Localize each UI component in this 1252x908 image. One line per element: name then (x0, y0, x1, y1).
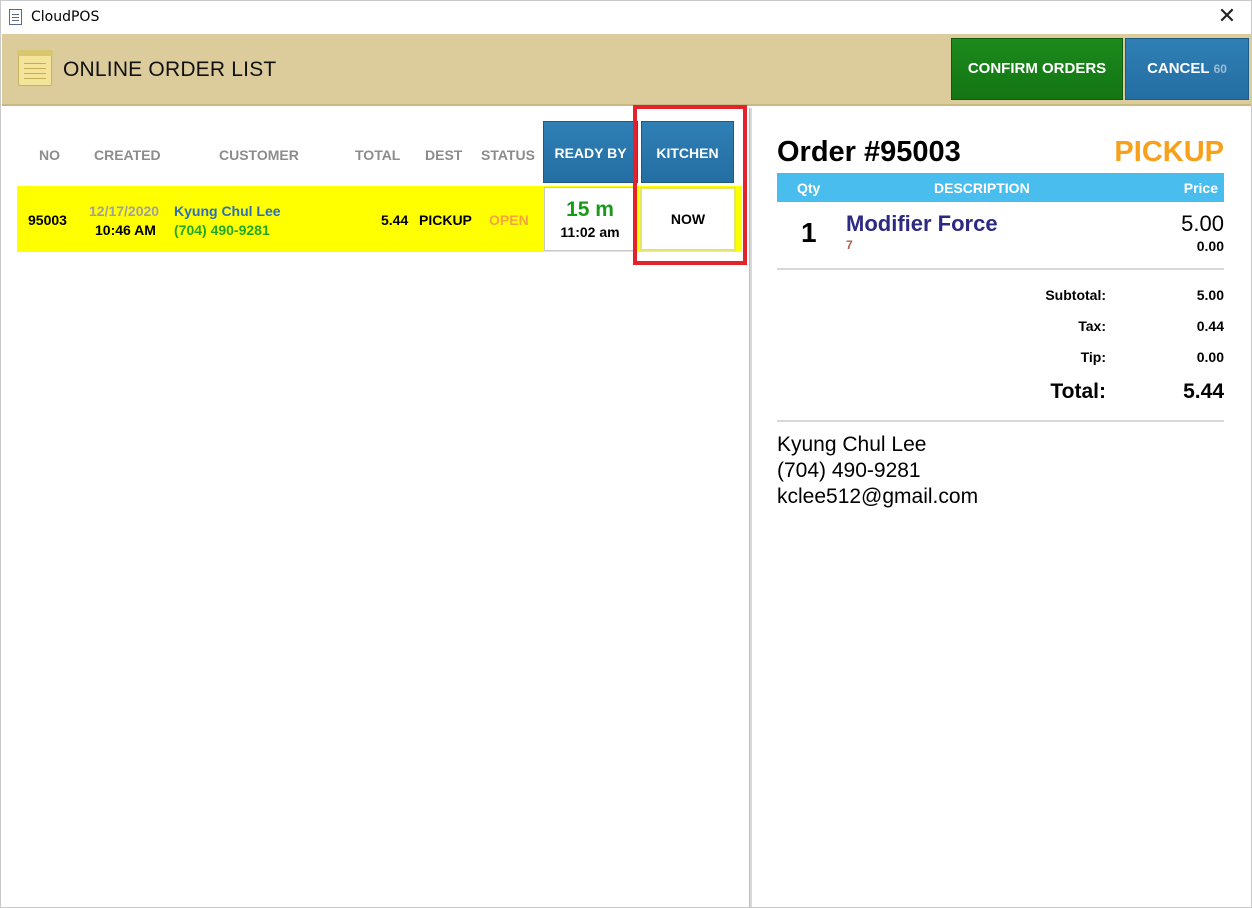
order-number: 95003 (28, 212, 67, 228)
notepad-icon (17, 50, 53, 86)
item-price: 5.00 (1181, 211, 1224, 236)
subtotal-label: Subtotal: (1045, 287, 1106, 303)
column-header-dest: DEST (425, 147, 463, 163)
item-modifier: 7 (846, 238, 853, 252)
total-label: Total: (1050, 380, 1106, 403)
page-title: ONLINE ORDER LIST (63, 58, 277, 81)
ready-at-time: 11:02 am (560, 224, 620, 240)
app-window: CloudPOS ✕ ONLINE ORDER LIST CONFIRM ORD… (0, 0, 1252, 908)
items-header-qty: Qty (797, 180, 821, 196)
items-header-description: DESCRIPTION (934, 180, 1030, 196)
title-bar: CloudPOS ✕ (1, 1, 1251, 34)
window-title: CloudPOS (31, 9, 100, 25)
created-time: 10:46 AM (95, 222, 156, 238)
customer-name-detail: Kyung Chul Lee (777, 433, 927, 456)
item-modifier-price: 0.00 (1196, 238, 1224, 254)
column-header-created: CREATED (94, 147, 161, 163)
customer-name: Kyung Chul Lee (174, 203, 281, 219)
order-dest: PICKUP (419, 212, 472, 228)
customer-phone: (704) 490-9281 (174, 222, 270, 238)
items-header: Qty DESCRIPTION Price (777, 173, 1224, 202)
column-header-customer: CUSTOMER (219, 147, 299, 163)
items-header-price: Price (1183, 180, 1218, 196)
panel-divider (749, 108, 752, 907)
cancel-label: CANCEL (1147, 60, 1210, 77)
order-type: PICKUP (1114, 136, 1224, 168)
subtotal-value: 5.00 (1196, 287, 1224, 303)
order-title: Order #95003 (777, 136, 961, 168)
customer-phone-detail: (704) 490-9281 (777, 459, 921, 482)
document-icon (9, 9, 22, 25)
column-header-status: STATUS (481, 147, 535, 163)
header-bar: ONLINE ORDER LIST CONFIRM ORDERS CANCEL 6… (2, 34, 1251, 106)
annotation-highlight-box (633, 105, 747, 265)
cancel-countdown: 60 (1213, 62, 1227, 76)
cancel-button[interactable]: CANCEL 60 (1125, 38, 1249, 100)
item-qty: 1 (801, 217, 817, 248)
tax-label: Tax: (1078, 318, 1106, 334)
ready-by-button[interactable]: READY BY (543, 121, 638, 183)
tip-label: Tip: (1080, 349, 1106, 365)
tip-value: 0.00 (1196, 349, 1224, 365)
divider (777, 268, 1224, 270)
customer-email-detail: kclee512@gmail.com (777, 485, 979, 508)
item-name: Modifier Force (846, 211, 998, 236)
total-value: 5.44 (1183, 380, 1224, 403)
ready-by-cell[interactable]: 15 m 11:02 am (544, 187, 636, 251)
ready-in-minutes: 15 m (566, 198, 614, 221)
column-header-total: TOTAL (355, 147, 401, 163)
order-total: 5.44 (381, 212, 409, 228)
created-date: 12/17/2020 (89, 203, 160, 219)
divider (777, 420, 1224, 422)
tax-value: 0.44 (1196, 318, 1224, 334)
order-detail-panel: Order #95003 PICKUP Qty DESCRIPTION Pric… (753, 108, 1251, 907)
column-header-no: NO (39, 147, 60, 163)
confirm-orders-button[interactable]: CONFIRM ORDERS (951, 38, 1123, 100)
close-icon[interactable]: ✕ (1215, 5, 1239, 29)
confirm-orders-label: CONFIRM ORDERS (967, 60, 1107, 77)
status-badge: OPEN (489, 212, 529, 228)
